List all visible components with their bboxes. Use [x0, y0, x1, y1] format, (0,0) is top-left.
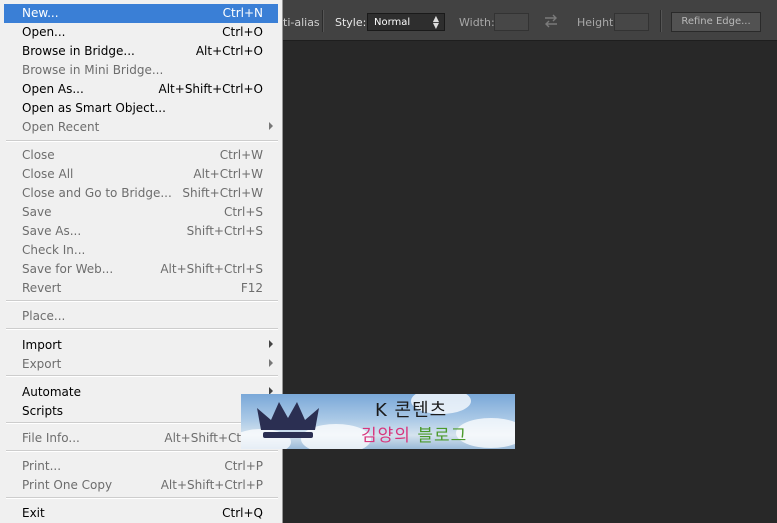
menu-item-label: File Info... — [22, 431, 80, 445]
menu-item-label: Open... — [22, 25, 66, 39]
menu-item-revert[interactable]: Revert F12 — [4, 279, 278, 298]
menu-item-shortcut: Alt+Ctrl+W — [193, 167, 263, 181]
menu-item-open-as[interactable]: Open As... Alt+Shift+Ctrl+O — [4, 80, 278, 99]
menu-item-label: Save — [22, 205, 52, 219]
menu-item-close[interactable]: Close Ctrl+W — [4, 146, 278, 165]
menu-item-export[interactable]: Export — [4, 355, 278, 374]
menu-item-scripts[interactable]: Scripts — [4, 402, 278, 421]
menu-item-exit[interactable]: Exit Ctrl+Q — [4, 504, 278, 523]
menu-item-label: Check In... — [22, 243, 86, 257]
refine-edge-button[interactable]: Refine Edge... — [671, 12, 761, 32]
menu-item-open-recent[interactable]: Open Recent — [4, 118, 278, 137]
menu-item-import[interactable]: Import — [4, 336, 278, 355]
menu-item-save[interactable]: Save Ctrl+S — [4, 203, 278, 222]
menu-item-shortcut: Ctrl+P — [224, 459, 263, 473]
menu-item-shortcut: Ctrl+N — [222, 6, 263, 20]
menu-item-shortcut: Ctrl+Q — [222, 506, 263, 520]
style-select-value: Normal — [374, 17, 411, 28]
menu-item-browse-in-mini-bridge[interactable]: Browse in Mini Bridge... — [4, 61, 278, 80]
menu-item-label: Revert — [22, 281, 62, 295]
menu-item-shortcut: Alt+Shift+Ctrl+S — [160, 262, 263, 276]
menu-item-label: Save As... — [22, 224, 82, 238]
menu-item-label: Print One Copy — [22, 478, 113, 492]
menu-item-shortcut: Shift+Ctrl+S — [186, 224, 263, 238]
menu-item-shortcut: Ctrl+S — [223, 205, 263, 219]
menu-item-open[interactable]: Open... Ctrl+O — [4, 23, 278, 42]
menu-item-shortcut: Alt+Ctrl+O — [195, 44, 263, 58]
height-label: Height: — [577, 16, 618, 29]
submenu-arrow-icon — [269, 359, 273, 367]
menu-item-print[interactable]: Print... Ctrl+P — [4, 457, 278, 476]
menu-item-label: Save for Web... — [22, 262, 114, 276]
menu-item-print-one-copy[interactable]: Print One Copy Alt+Shift+Ctrl+P — [4, 476, 278, 495]
watermark-banner: K 콘텐츠 김양의 블로그 — [241, 394, 515, 449]
width-label: Width: — [459, 16, 495, 29]
menu-item-label: Place... — [22, 309, 66, 323]
crown-logo-icon — [257, 402, 319, 438]
menu-item-shortcut: Ctrl+O — [222, 25, 263, 39]
select-arrows-icon: ▲ ▼ — [432, 14, 439, 30]
menu-item-label: Open As... — [22, 82, 84, 96]
menu-item-shortcut: Alt+Shift+Ctrl+P — [160, 478, 263, 492]
menu-divider — [6, 450, 278, 452]
menu-item-label: Exit — [22, 506, 45, 520]
style-label: Style: — [335, 16, 367, 29]
menu-item-save-for-web[interactable]: Save for Web... Alt+Shift+Ctrl+S — [4, 260, 278, 279]
watermark-line1: K 콘텐츠 — [375, 400, 448, 421]
menu-item-label: Open Recent — [22, 120, 100, 134]
watermark-blog: 블로그 — [417, 426, 468, 446]
menu-item-label: Import — [22, 338, 62, 352]
swap-dimensions-icon[interactable] — [543, 14, 559, 28]
menu-divider — [6, 328, 278, 330]
anti-alias-label[interactable]: ti-alias — [283, 16, 320, 29]
menu-item-open-as-smart-object[interactable]: Open as Smart Object... — [4, 99, 278, 118]
options-divider — [322, 10, 324, 32]
menu-item-label: Export — [22, 357, 62, 371]
menu-item-automate[interactable]: Automate — [4, 383, 278, 402]
submenu-arrow-icon — [269, 122, 273, 130]
menu-item-browse-in-bridge[interactable]: Browse in Bridge... Alt+Ctrl+O — [4, 42, 278, 61]
height-input[interactable] — [614, 13, 649, 31]
menu-item-label: Print... — [22, 459, 62, 473]
menu-item-place[interactable]: Place... — [4, 307, 278, 326]
options-divider — [660, 10, 662, 32]
menu-item-save-as[interactable]: Save As... Shift+Ctrl+S — [4, 222, 278, 241]
menu-item-label: Browse in Mini Bridge... — [22, 63, 164, 77]
menu-divider — [6, 300, 278, 302]
submenu-arrow-icon — [269, 340, 273, 348]
menu-item-label: Close — [22, 148, 55, 162]
menu-item-label: Close All — [22, 167, 74, 181]
menu-item-shortcut: Shift+Ctrl+W — [182, 186, 263, 200]
style-select[interactable]: Normal ▲ ▼ — [367, 13, 445, 31]
menu-item-new[interactable]: New... Ctrl+N — [4, 4, 278, 23]
menu-item-label: Browse in Bridge... — [22, 44, 135, 58]
watermark-name: 김양의 — [361, 426, 411, 446]
menu-item-file-info[interactable]: File Info... Alt+Shift+Ctrl+I — [4, 429, 278, 448]
menu-divider — [6, 140, 278, 142]
menu-item-close-and-go-to-bridge[interactable]: Close and Go to Bridge... Shift+Ctrl+W — [4, 184, 278, 203]
watermark-line2: 김양의 블로그 — [361, 421, 467, 446]
menu-item-label: Automate — [22, 385, 81, 399]
menu-item-close-all[interactable]: Close All Alt+Ctrl+W — [4, 165, 278, 184]
menu-item-shortcut: F12 — [240, 281, 263, 295]
menu-item-label: Open as Smart Object... — [22, 101, 166, 115]
menu-divider — [6, 497, 278, 499]
menu-item-label: New... — [22, 6, 59, 20]
menu-item-label: Close and Go to Bridge... — [22, 186, 172, 200]
menu-item-label: Scripts — [22, 404, 64, 418]
menu-item-shortcut: Ctrl+W — [219, 148, 263, 162]
width-input[interactable] — [494, 13, 529, 31]
menu-item-shortcut: Alt+Shift+Ctrl+O — [158, 82, 263, 96]
menu-divider — [6, 375, 278, 377]
menu-divider — [6, 422, 278, 424]
menu-item-check-in[interactable]: Check In... — [4, 241, 278, 260]
